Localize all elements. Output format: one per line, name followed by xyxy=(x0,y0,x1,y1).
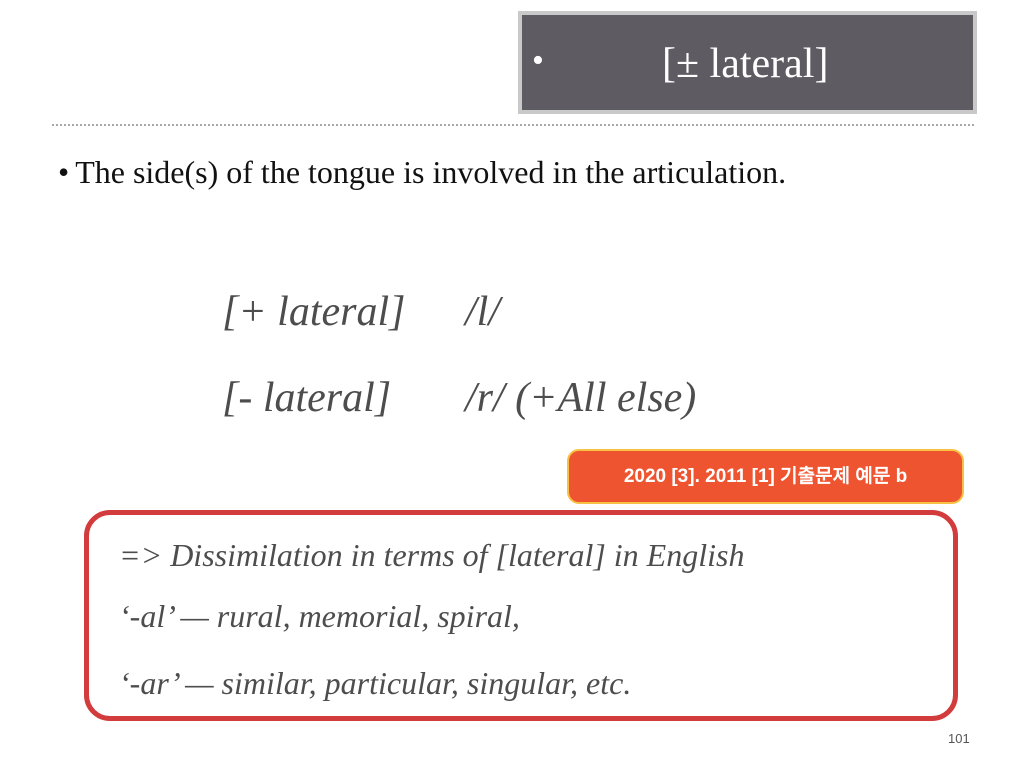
example-line: => Dissimilation in terms of [lateral] i… xyxy=(119,537,745,573)
feature-plus-lateral-segments: /l/ xyxy=(465,289,501,335)
bullet-dot-icon: • xyxy=(58,154,70,190)
bullet-item: • The side(s) of the tongue is involved i… xyxy=(58,152,786,192)
title-bullet: • xyxy=(532,42,544,79)
feature-minus-lateral-label: [- lateral] xyxy=(222,375,392,421)
title-box: • [± lateral] xyxy=(518,11,977,114)
exam-reference-badge: 2020 [3]. 2011 [1] 기출문제 예문 b xyxy=(567,449,964,504)
bullet-text: The side(s) of the tongue is involved in… xyxy=(75,154,787,190)
dotted-divider xyxy=(52,124,974,126)
page-number: 101 xyxy=(948,731,970,746)
example-box: => Dissimilation in terms of [lateral] i… xyxy=(84,510,958,721)
example-line: ‘-al’ — rural, memorial, spiral, xyxy=(119,598,520,634)
slide-title: [± lateral] xyxy=(662,41,829,87)
slide: • [± lateral] • The side(s) of the tongue… xyxy=(0,0,1024,768)
example-line: ‘-ar’ — similar, particular, singular, e… xyxy=(119,665,632,701)
feature-minus-lateral-segments: /r/ (+All else) xyxy=(465,375,697,421)
feature-plus-lateral-label: [+ lateral] xyxy=(222,289,406,335)
